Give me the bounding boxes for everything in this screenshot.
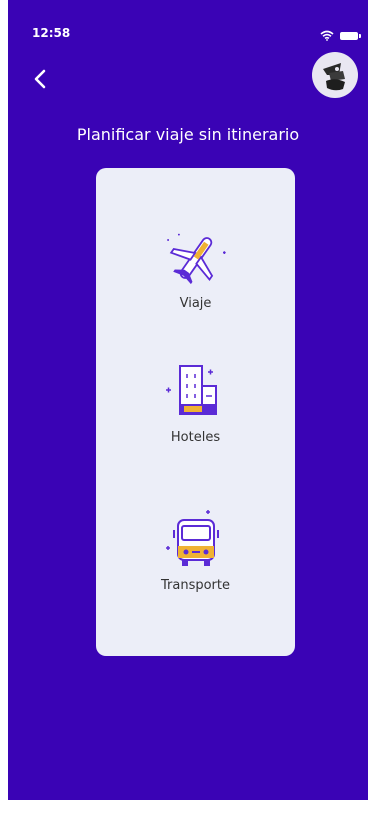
chevron-left-icon [34,69,46,89]
status-icons [320,26,361,45]
avatar-illustration-icon [316,56,354,94]
back-button[interactable] [28,64,52,94]
page-title: Planificar viaje sin itinerario [76,125,300,144]
option-label-viaje: Viaje [179,296,212,311]
app-screen: 12:58 Planificar viaje sin itinerario Vi… [8,0,368,800]
wifi-icon [320,26,334,45]
battery-icon [340,31,361,40]
option-hoteles[interactable]: Hoteles [96,360,295,445]
hotel-building-icon [160,360,232,424]
bus-icon [160,508,232,572]
option-label-hoteles: Hoteles [170,430,221,445]
avatar[interactable] [312,52,358,98]
option-label-transporte: Transporte [161,578,230,593]
options-card: Viaje Hoteles Transporte [96,168,295,656]
airplane-icon [160,226,232,290]
status-bar: 12:58 [8,0,368,41]
option-viaje[interactable]: Viaje [96,226,295,311]
status-time: 12:58 [32,26,71,40]
option-transporte[interactable]: Transporte [96,508,295,593]
